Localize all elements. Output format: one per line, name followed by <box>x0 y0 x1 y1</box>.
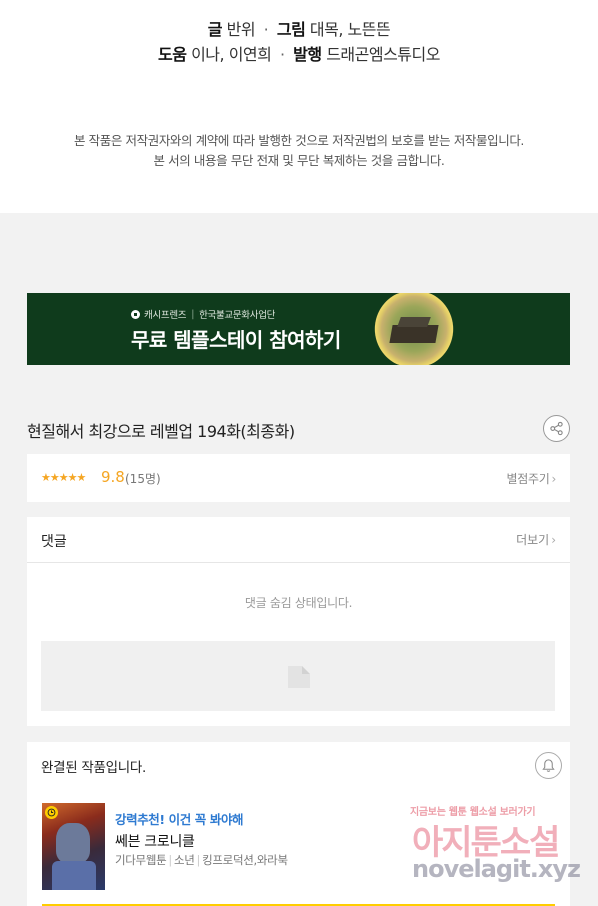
comments-hidden-message: 댓글 숨김 상태입니다. <box>244 596 353 610</box>
rate-button[interactable]: 별점주기 › <box>506 470 557 487</box>
comment-header: 댓글 더보기 › <box>27 517 570 563</box>
separator: · <box>263 20 269 39</box>
writer-name: 반위 <box>226 20 256 39</box>
rating-card: ★★★★★ 9.8 (15명) 별점주기 › <box>27 454 570 502</box>
recommendation-meta: 기다무웹툰 | 소년 | 킹프로덕션,와라북 <box>115 852 288 868</box>
completed-card: 완결된 작품입니다. 강력추천! 이건 꼭 봐야해 쎄븐 크로니클 기다무웹툰 |… <box>27 742 570 906</box>
recommendation-title[interactable]: 쎄븐 크로니클 <box>115 831 195 851</box>
banner-title: 무료 템플스테이 참여하기 <box>131 328 341 352</box>
clock-icon <box>45 806 58 819</box>
chevron-right-icon: › <box>551 472 557 486</box>
rating-count: (15명) <box>125 472 161 486</box>
separator: · <box>279 45 285 64</box>
rating-score: 9.8 <box>101 468 125 486</box>
temple-image <box>369 293 459 365</box>
recommendation-category: 소년 <box>173 853 195 867</box>
more-label: 더보기 <box>516 533 550 547</box>
publisher-label: 발행 <box>293 45 322 64</box>
assist-label: 도움 <box>158 45 187 64</box>
copyright-notice-1: 본 작품은 저작권자와의 계약에 따라 발행한 것으로 저작권법의 보호를 받는… <box>73 133 524 148</box>
meta-divider: | <box>168 853 172 867</box>
recommendation-author: 킹프로덕션,와라북 <box>202 853 288 867</box>
art-names: 대목, 노뜬뜬 <box>309 20 391 39</box>
rate-label: 별점주기 <box>506 472 550 486</box>
credit-line-assist: 도움 이나, 이연희 · 발행 드래곤엠스튜디오 <box>0 41 598 65</box>
rating-stars-icon: ★★★★★ <box>41 471 86 484</box>
chevron-right-icon: › <box>551 533 556 547</box>
comment-more-button[interactable]: 더보기 › <box>516 531 556 548</box>
banner-sponsor-line: 캐시프렌즈 | 한국불교문화사업단 <box>131 307 275 321</box>
notification-button[interactable] <box>535 752 562 779</box>
cashfriends-logo-icon <box>131 309 140 319</box>
completed-label: 완결된 작품입니다. <box>41 760 146 776</box>
episode-title: 현질해서 최강으로 레벨업 194화(최종화) <box>27 422 295 441</box>
banner-separator: | <box>191 308 195 320</box>
recommendation-genre: 기다무웹툰 <box>115 853 167 867</box>
assist-names: 이나, 이연희 <box>191 45 272 64</box>
publisher-name: 드래곤엠스튜디오 <box>326 45 440 64</box>
share-icon <box>550 421 563 436</box>
bell-icon <box>542 759 555 772</box>
ad-placeholder[interactable] <box>41 641 555 711</box>
share-button[interactable] <box>543 415 570 442</box>
meta-divider: | <box>196 853 201 867</box>
recommendation-thumbnail[interactable] <box>42 803 105 890</box>
templestay-ad-banner[interactable]: 캐시프렌즈 | 한국불교문화사업단 무료 템플스테이 참여하기 <box>27 293 570 365</box>
comment-label: 댓글 <box>41 534 67 550</box>
art-label: 그림 <box>276 20 306 39</box>
credit-line-writers: 글 반위 · 그림 대목, 노뜬뜬 <box>0 16 598 40</box>
image-placeholder-icon <box>288 666 310 688</box>
writer-label: 글 <box>207 20 223 39</box>
copyright-notice-2: 본 서의 내용을 무단 전재 및 무단 복제하는 것을 금합니다. <box>153 153 445 168</box>
recommendation-tag[interactable]: 강력추천! 이건 꼭 봐야해 <box>115 809 244 828</box>
banner-sponsor: 캐시프렌즈 <box>144 310 187 321</box>
comment-card: 댓글 더보기 › 댓글 숨김 상태입니다. <box>27 517 570 726</box>
banner-partner: 한국불교문화사업단 <box>199 310 276 321</box>
